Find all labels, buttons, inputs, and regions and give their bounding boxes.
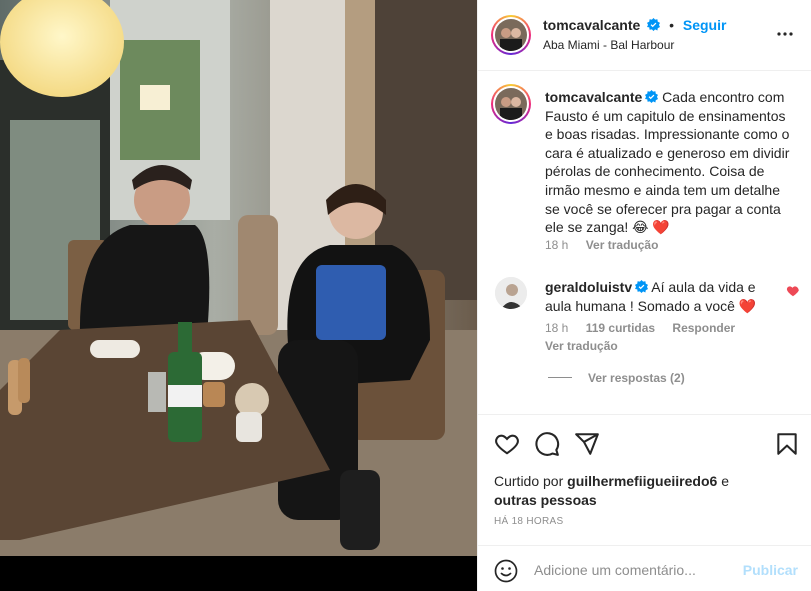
verified-badge-icon [635, 279, 649, 293]
comment-icon[interactable] [534, 431, 560, 457]
comment-likes[interactable]: 119 curtidas [586, 321, 655, 335]
post-location[interactable]: Aba Miami - Bal Harbour [543, 38, 674, 52]
liked-by: Curtido por guilhermefiigueiiredo6 e out… [494, 472, 729, 509]
caption-time[interactable]: 18 h [545, 238, 568, 252]
caption-text: Cada encontro com Fausto é um capitulo d… [545, 89, 790, 236]
add-comment-bar: Publicar [478, 545, 811, 591]
post-sidebar: tomcavalcante • Seguir Aba Miami - Bal H… [477, 0, 811, 591]
caption-meta: 18 h Ver tradução [545, 238, 658, 252]
liked-by-user[interactable]: guilhermefiigueiiredo6 [567, 473, 717, 489]
author-username[interactable]: tomcavalcante [543, 17, 640, 33]
verified-badge-icon [645, 89, 659, 103]
post-photo[interactable] [0, 0, 477, 591]
view-replies-button[interactable]: Ver respostas (2) [548, 371, 685, 385]
follow-button[interactable]: Seguir [683, 17, 727, 33]
publish-button[interactable]: Publicar [743, 562, 798, 578]
heart-icon[interactable] [494, 431, 520, 457]
comment-like-heart-icon[interactable] [786, 284, 800, 298]
view-replies-label: Ver respostas (2) [588, 371, 685, 385]
more-options-icon[interactable] [776, 25, 794, 43]
post-actions: Curtido por guilhermefiigueiiredo6 e out… [478, 414, 811, 544]
bookmark-icon[interactable] [774, 431, 800, 457]
commenter-avatar[interactable] [495, 277, 527, 309]
comment-translate-row: Ver tradução [545, 339, 618, 353]
comment-item: geraldoluistv Aí aula da vida e aula hum… [545, 278, 765, 315]
comment-reply-button[interactable]: Responder [672, 321, 735, 335]
liked-by-others[interactable]: outras pessoas [494, 492, 597, 508]
author-avatar[interactable] [491, 15, 531, 55]
caption-username[interactable]: tomcavalcante [545, 89, 642, 105]
caption-translate-link[interactable]: Ver tradução [586, 238, 659, 252]
caption-author-avatar[interactable] [491, 84, 531, 124]
post-caption: tomcavalcante Cada encontro com Fausto é… [545, 88, 795, 237]
liked-by-suffix: e [721, 473, 729, 489]
comment-username[interactable]: geraldoluistv [545, 279, 632, 295]
replies-divider [548, 377, 572, 378]
post-timestamp[interactable]: HÁ 18 HORAS [494, 516, 563, 527]
comment-time[interactable]: 18 h [545, 321, 568, 335]
add-comment-input[interactable] [534, 559, 734, 581]
verified-badge-icon [647, 18, 661, 31]
post-header: tomcavalcante • Seguir Aba Miami - Bal H… [478, 0, 811, 71]
liked-by-prefix: Curtido por [494, 473, 564, 489]
comments-section: tomcavalcante Cada encontro com Fausto é… [478, 72, 811, 413]
header-separator: • [669, 17, 674, 33]
emoji-icon[interactable] [494, 559, 518, 583]
comment-translate-link[interactable]: Ver tradução [545, 339, 618, 353]
comment-meta: 18 h 119 curtidas Responder [545, 321, 735, 335]
share-icon[interactable] [574, 431, 600, 457]
